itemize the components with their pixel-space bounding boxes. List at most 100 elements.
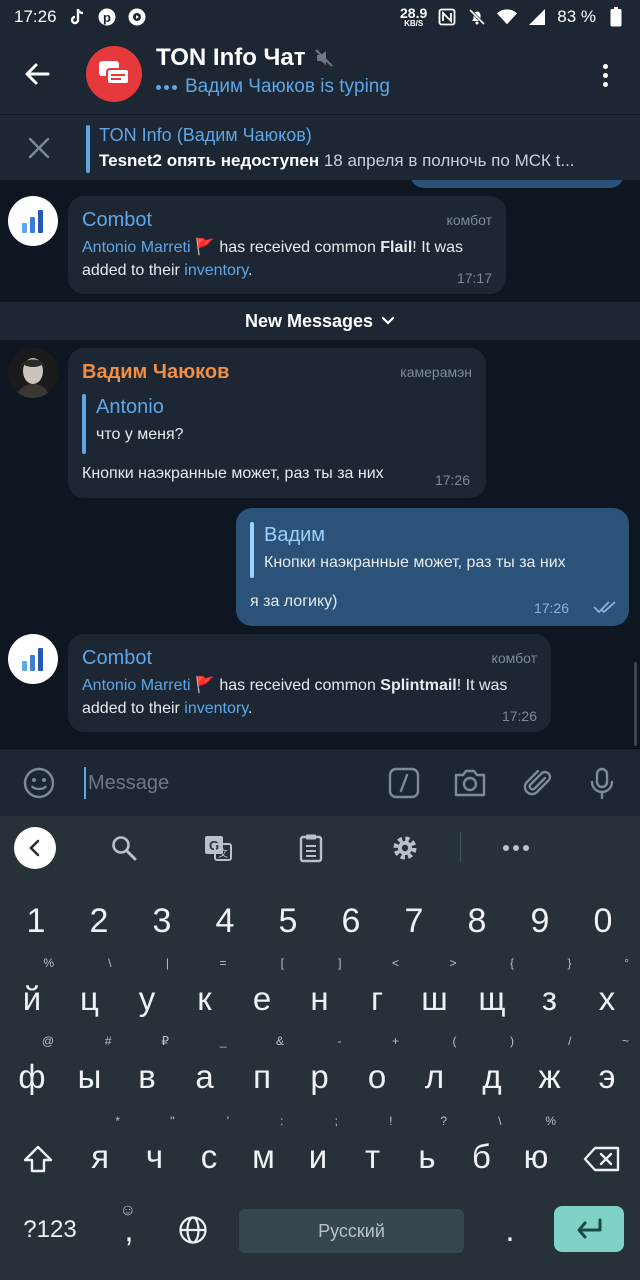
key-letter[interactable]: я * [74, 1114, 126, 1194]
key-number[interactable]: 7 [384, 884, 444, 958]
key-number[interactable]: 8 [447, 884, 507, 958]
reply-author[interactable]: Antonio [96, 396, 164, 419]
key-label: ж [538, 1058, 561, 1095]
scrollbar[interactable] [634, 662, 637, 746]
key-letter[interactable]: в ₽ [119, 1034, 175, 1114]
message-bubble[interactable]: Combot комбот Antonio Marreti 🚩 has rece… [68, 634, 551, 732]
user-link[interactable]: Antonio Marreti [82, 677, 191, 694]
key-letter[interactable]: и; [292, 1114, 344, 1194]
enter-key[interactable] [554, 1206, 624, 1252]
key-letter[interactable]: р- [292, 1034, 348, 1114]
message-text: я за логику) [250, 593, 338, 610]
key-letter[interactable]: б \ [456, 1114, 508, 1194]
key-hint: " [170, 1114, 175, 1128]
key-number[interactable]: 5 [258, 884, 318, 958]
key-letter[interactable]: з} [522, 956, 578, 1036]
key-hint: % [545, 1114, 556, 1128]
key-letter[interactable]: э ~ [579, 1034, 635, 1114]
key-letter[interactable]: щ{ [464, 956, 520, 1036]
chat-title[interactable]: TON Info Чат [156, 44, 334, 72]
key-hint: \ [498, 1114, 502, 1128]
key-letter[interactable]: г < [349, 956, 405, 1036]
key-hint: | [165, 956, 169, 970]
key-letter[interactable]: н] [292, 956, 348, 1036]
outgoing-message-bubble[interactable]: Вадим Кнопки наэкранные может, раз ты за… [236, 508, 629, 626]
message-bubble[interactable]: Combot комбот Antonio Marreti 🚩 has rece… [68, 196, 506, 294]
key-letter[interactable]: о + [349, 1034, 405, 1114]
key-letter[interactable]: ж / [522, 1034, 578, 1114]
message-text: Antonio Marreti 🚩 has received common Sp… [82, 677, 508, 717]
backspace-key[interactable] [572, 1120, 632, 1198]
key-letter[interactable]: е[ [234, 956, 290, 1036]
key-number[interactable]: 4 [195, 884, 255, 958]
close-pinned-button[interactable] [24, 133, 54, 163]
key-number[interactable]: 3 [132, 884, 192, 958]
bot-commands-button[interactable] [386, 765, 422, 801]
new-messages-divider[interactable]: New Messages [0, 302, 640, 340]
key-number[interactable]: 6 [321, 884, 381, 958]
message-sender[interactable]: Combot [82, 647, 152, 670]
key-letter[interactable]: ь? [401, 1114, 453, 1194]
key-letter[interactable]: ч " [129, 1114, 181, 1194]
message-sender[interactable]: Вадим Чаюков [82, 361, 229, 384]
message-sender[interactable]: Combot [82, 209, 152, 232]
key-label: з [541, 980, 558, 1017]
pinned-message[interactable]: TON Info (Вадим Чаюков) Tesnet2 опять не… [0, 114, 640, 180]
key-letter[interactable]: л( [407, 1034, 463, 1114]
key-letter[interactable]: п & [234, 1034, 290, 1114]
symbols-key[interactable]: ?123 [8, 1198, 92, 1262]
emoji-button[interactable] [21, 765, 57, 801]
comma-key[interactable]: , ☺ [104, 1198, 154, 1262]
message-bubble[interactable]: Вадим Чаюков камерамэн Antonio что у мен… [68, 348, 486, 498]
key-letter[interactable]: д) [464, 1034, 520, 1114]
key-letter[interactable]: ц \ [62, 956, 118, 1036]
keyboard-settings-button[interactable] [387, 830, 423, 866]
shift-key[interactable] [8, 1120, 68, 1198]
key-letter[interactable]: с ' [183, 1114, 235, 1194]
attach-button[interactable] [520, 765, 556, 801]
key-letter[interactable]: ш > [407, 956, 463, 1036]
key-number[interactable]: 0 [573, 884, 633, 958]
back-button[interactable] [18, 56, 58, 92]
key-hint: ₽ [161, 1034, 169, 1048]
space-key[interactable]: Русский [239, 1209, 464, 1253]
key-hint: ~ [621, 1034, 629, 1048]
more-options-button[interactable] [498, 830, 534, 866]
key-letter[interactable]: ю% [510, 1114, 562, 1194]
translate-button[interactable]: G文 [200, 830, 236, 866]
key-letter[interactable]: у | [119, 956, 175, 1036]
key-letter[interactable]: х ° [579, 956, 635, 1036]
message-list[interactable]: Combot комбот Antonio Marreti 🚩 has rece… [0, 180, 640, 748]
keyboard-back-button[interactable] [14, 827, 56, 869]
user-avatar[interactable] [8, 348, 58, 398]
key-label: е [252, 980, 272, 1017]
key-label: ш [421, 980, 448, 1017]
inventory-link[interactable]: inventory [184, 262, 248, 279]
key-number[interactable]: 9 [510, 884, 570, 958]
key-letter[interactable]: й% [4, 956, 60, 1036]
key-letter[interactable]: ы # [62, 1034, 118, 1114]
key-letter[interactable]: ф @ [4, 1034, 60, 1114]
combot-avatar[interactable] [8, 634, 58, 684]
voice-record-button[interactable] [584, 765, 620, 801]
key-letter[interactable]: м: [238, 1114, 290, 1194]
period-key[interactable]: . [482, 1198, 538, 1262]
key-letter[interactable]: а _ [177, 1034, 233, 1114]
key-label: х [598, 980, 616, 1017]
language-key[interactable] [166, 1198, 220, 1262]
reply-author[interactable]: Вадим [264, 524, 325, 547]
key-number[interactable]: 1 [6, 884, 66, 958]
key-hint: # [104, 1034, 112, 1048]
message-input[interactable]: Message [84, 767, 364, 799]
user-link[interactable]: Antonio Marreti [82, 239, 191, 256]
combot-avatar[interactable] [8, 196, 58, 246]
key-letter[interactable]: т! [347, 1114, 399, 1194]
key-letter[interactable]: к = [177, 956, 233, 1036]
inventory-link[interactable]: inventory [184, 700, 248, 717]
keyboard-search-button[interactable] [106, 830, 142, 866]
more-menu-button[interactable] [590, 58, 620, 92]
chat-avatar[interactable] [86, 46, 142, 102]
key-number[interactable]: 2 [69, 884, 129, 958]
camera-button[interactable] [452, 765, 488, 801]
clipboard-button[interactable] [293, 830, 329, 866]
